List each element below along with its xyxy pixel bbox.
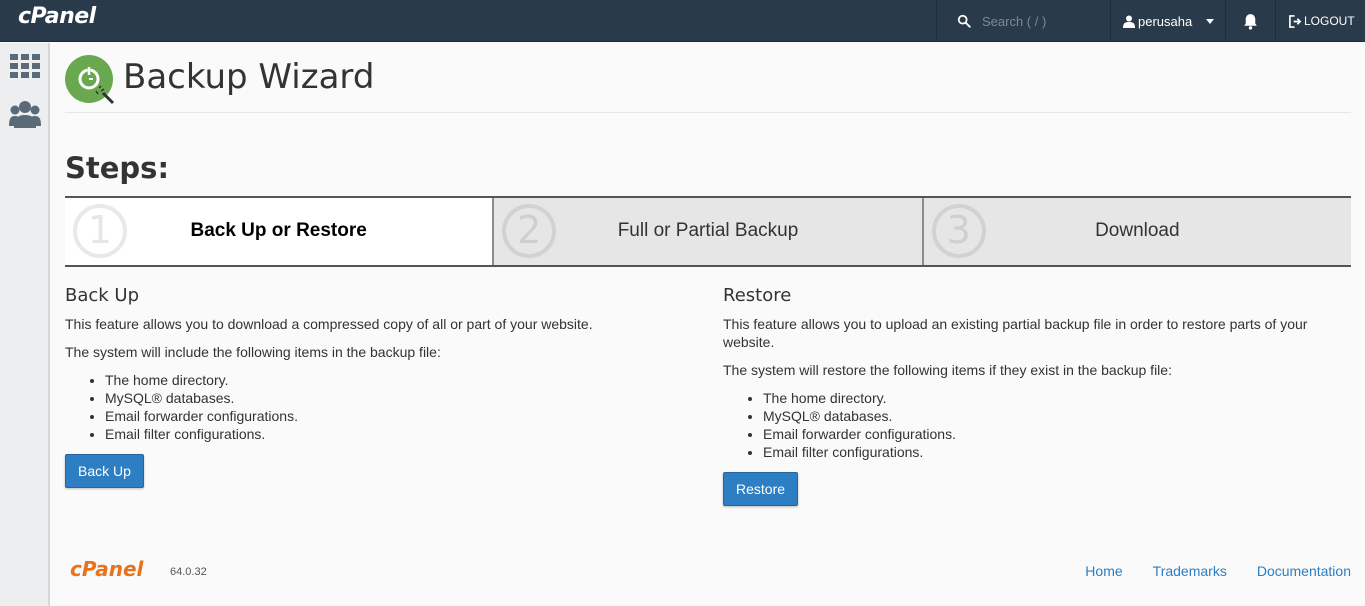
restore-items-list: The home directory. MySQL® databases. Em…	[763, 389, 1351, 461]
back-up-button[interactable]: Back Up	[65, 454, 144, 488]
step-label: Download	[1095, 220, 1180, 241]
step-label: Back Up or Restore	[190, 220, 367, 241]
footer-link-trademarks[interactable]: Trademarks	[1153, 563, 1227, 579]
list-item: The home directory.	[105, 371, 685, 389]
backup-section: Back Up This feature allows you to downl…	[65, 285, 685, 488]
step-back-up-or-restore: 1 Back Up or Restore	[65, 198, 493, 265]
logout-label: LOGOUT	[1304, 14, 1355, 28]
version-label: 64.0.32	[170, 566, 207, 578]
list-item: Email filter configurations.	[105, 425, 685, 443]
restore-section: Restore This feature allows you to uploa…	[723, 285, 1351, 506]
backup-items-list: The home directory. MySQL® databases. Em…	[105, 371, 685, 443]
logout-icon	[1289, 14, 1302, 28]
restore-description: This feature allows you to upload an exi…	[723, 316, 1308, 350]
step-download: 3 Download	[921, 198, 1351, 265]
footer-cpanel-logo[interactable]: cPanel	[70, 557, 143, 581]
page-title: Backup Wizard	[123, 57, 375, 97]
footer-link-documentation[interactable]: Documentation	[1257, 563, 1351, 579]
chevron-down-icon	[1206, 18, 1215, 24]
search-box[interactable]	[937, 0, 1110, 42]
user-icon	[1123, 15, 1135, 28]
restore-heading: Restore	[723, 285, 792, 306]
user-menu[interactable]: perusaha	[1111, 0, 1225, 42]
search-input[interactable]	[982, 13, 1102, 29]
backup-wizard-icon	[65, 55, 115, 105]
list-item: The home directory.	[763, 389, 1351, 407]
list-item: Email filter configurations.	[763, 443, 1351, 461]
list-item: Email forwarder configurations.	[763, 425, 1351, 443]
notifications-button[interactable]	[1226, 0, 1275, 42]
sidebar-item-users[interactable]	[8, 97, 42, 131]
grid-icon	[10, 54, 40, 78]
restore-list-intro: The system will restore the following it…	[723, 362, 1172, 378]
backup-heading: Back Up	[65, 285, 140, 306]
page-header: Backup Wizard	[65, 53, 1351, 113]
list-item: MySQL® databases.	[763, 407, 1351, 425]
cpanel-logo[interactable]: cPanel	[18, 4, 96, 29]
bell-icon	[1244, 13, 1257, 30]
sidebar-item-home[interactable]	[8, 49, 42, 83]
wizard-steps: 1 Back Up or Restore 2 Full or Partial B…	[65, 196, 1351, 267]
steps-title: Steps:	[65, 151, 170, 185]
sidebar	[0, 43, 50, 606]
users-icon	[9, 101, 41, 128]
list-item: Email forwarder configurations.	[105, 407, 685, 425]
backup-list-intro: The system will include the following it…	[65, 344, 441, 360]
list-item: MySQL® databases.	[105, 389, 685, 407]
footer-link-home[interactable]: Home	[1085, 563, 1122, 579]
step-label: Full or Partial Backup	[617, 220, 799, 241]
username-label: perusaha	[1138, 13, 1193, 29]
search-icon	[957, 14, 971, 28]
top-navbar: cPanel perusaha LOGOUT	[0, 0, 1365, 42]
logout-button[interactable]: LOGOUT	[1276, 0, 1365, 42]
footer-links: Home Trademarks Documentation	[1085, 563, 1351, 579]
backup-description: This feature allows you to download a co…	[65, 316, 593, 332]
step-full-or-partial-backup: 2 Full or Partial Backup	[492, 198, 922, 265]
restore-button[interactable]: Restore	[723, 472, 799, 506]
